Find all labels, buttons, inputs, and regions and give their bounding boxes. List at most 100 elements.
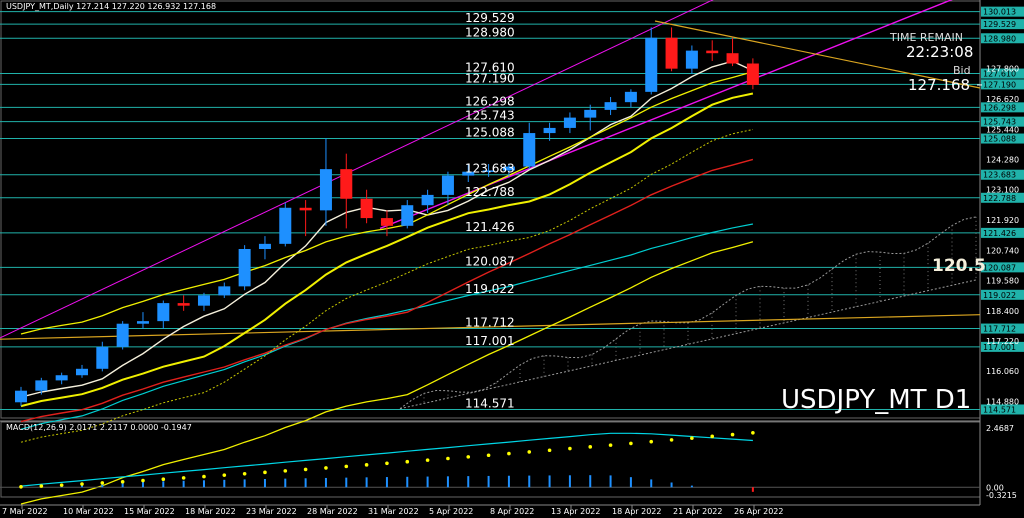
macd-signal-dot — [608, 443, 613, 447]
price-tag-label: 120.087 — [983, 263, 1016, 272]
macd-signal-dot — [527, 450, 532, 454]
date-label: 28 Mar 2022 — [307, 507, 358, 516]
chart-window: 129.529 128.980 127.610 127.190 126.298 125.7… — [0, 0, 1024, 518]
macd-signal-dot — [547, 448, 552, 453]
candle-body — [665, 37, 678, 69]
level-label: 123.683 — [465, 162, 515, 176]
level-label: 114.571 — [465, 396, 515, 410]
date-label: 5 Apr 2022 — [429, 507, 473, 516]
price-axis-label: 119.580 — [986, 276, 1019, 285]
candle-body — [421, 194, 434, 206]
candle-body — [55, 375, 68, 381]
macd-axis-label: 2.4687 — [986, 424, 1014, 433]
candle-body — [380, 218, 393, 226]
date-label: 8 Apr 2022 — [490, 507, 534, 516]
macd-signal-dot — [202, 474, 206, 479]
level-label: 117.001 — [465, 334, 515, 348]
level-label: 125.088 — [465, 126, 515, 140]
level-label: 121.426 — [465, 220, 515, 234]
date-label: 21 Apr 2022 — [673, 507, 722, 516]
macd-signal-dot — [181, 476, 186, 480]
candle-body — [726, 53, 739, 64]
level-label: 125.743 — [465, 109, 515, 123]
macd-signal-dot — [19, 484, 23, 489]
macd-signal-dot — [730, 432, 735, 437]
time-remain-value: 22:23:08 — [906, 43, 974, 61]
level-label: 119.022 — [465, 282, 515, 296]
price-axis-label: 118.400 — [986, 307, 1019, 316]
price-axis-label: 124.280 — [986, 155, 1019, 164]
candle-body — [624, 91, 637, 103]
macd-signal-dot — [222, 473, 227, 477]
candle-body — [279, 207, 292, 244]
bid-value: 127.168 — [908, 76, 971, 94]
macd-signal-dot — [425, 458, 430, 462]
macd-signal-dot — [141, 478, 145, 483]
price-tag-label: 127.190 — [983, 80, 1016, 89]
macd-signal-dot — [710, 434, 715, 439]
date-label: 31 Mar 2022 — [368, 507, 419, 516]
level-label: 129.529 — [465, 11, 515, 25]
price-tag-label: 122.788 — [983, 194, 1016, 203]
macd-panel-frame — [0, 421, 981, 498]
candle-body — [238, 248, 251, 287]
level-label: 128.980 — [465, 25, 515, 39]
date-label: 18 Apr 2022 — [612, 507, 661, 516]
chart-canvas: 129.529128.980127.610127.190126.298125.7… — [0, 0, 1024, 516]
moving-average-red — [20, 158, 754, 423]
price-axis-label: 121.920 — [986, 216, 1019, 225]
candle-body — [136, 321, 149, 324]
candle-body — [75, 368, 88, 376]
date-label: 10 Mar 2022 — [63, 507, 114, 516]
candle-body — [543, 127, 556, 134]
macd-signal-dot — [507, 451, 511, 456]
date-label: 15 Mar 2022 — [124, 507, 175, 516]
candle-body — [685, 50, 698, 69]
candle-body — [157, 303, 170, 322]
macd-signal-dot — [669, 438, 674, 442]
date-label: 23 Mar 2022 — [246, 507, 297, 516]
ichimoku-value: 120.5 — [932, 256, 986, 276]
level-label: 127.190 — [465, 71, 515, 85]
macd-signal-dot — [690, 436, 694, 440]
macd-signal-dot — [568, 446, 572, 451]
level-label: 120.087 — [465, 254, 515, 268]
candle-body — [116, 323, 129, 347]
candle-body — [258, 243, 271, 249]
macd-signal-dot — [649, 439, 654, 444]
date-label: 13 Apr 2022 — [551, 507, 600, 516]
candle-body — [319, 169, 332, 211]
candle-body — [563, 117, 576, 128]
macd-signal-dot — [344, 464, 349, 469]
macd-signal-dot — [405, 459, 410, 464]
macd-signal-dot — [120, 479, 125, 484]
candle-body — [15, 390, 27, 403]
candle-body — [604, 102, 617, 110]
symbol-watermark: USDJPY_MT D1 — [781, 385, 972, 415]
level-label: 126.298 — [465, 94, 515, 108]
price-tag-label: 119.022 — [983, 291, 1016, 300]
macd-signal-dot — [80, 482, 84, 486]
price-axis-label: 127.800 — [986, 65, 1019, 74]
macd-signal-dot — [283, 469, 288, 473]
candle-body — [401, 205, 414, 226]
candle-body — [523, 133, 536, 167]
macd-signal-dot — [486, 453, 491, 458]
macd-label: MACD(12,26,9) 2.0171 2.2117 0.0000 -0.19… — [6, 423, 192, 432]
candle-body — [340, 169, 353, 199]
level-label: 122.788 — [465, 185, 515, 199]
candle-body — [35, 380, 48, 391]
date-label: 7 Mar 2022 — [2, 507, 48, 516]
candle-body — [584, 109, 597, 118]
macd-signal-dot — [446, 456, 450, 461]
macd-signal-dot — [385, 461, 389, 466]
candle-body — [706, 50, 719, 54]
price-tag-label: 121.426 — [983, 229, 1016, 238]
price-tag-label: 129.529 — [983, 20, 1016, 29]
candle-body — [299, 207, 312, 211]
price-axis-label: 125.440 — [986, 125, 1019, 134]
price-axis-label: 126.620 — [986, 95, 1019, 104]
price-tag-label: 126.298 — [983, 103, 1016, 112]
candle-body — [746, 63, 759, 85]
candle-body — [360, 198, 373, 219]
